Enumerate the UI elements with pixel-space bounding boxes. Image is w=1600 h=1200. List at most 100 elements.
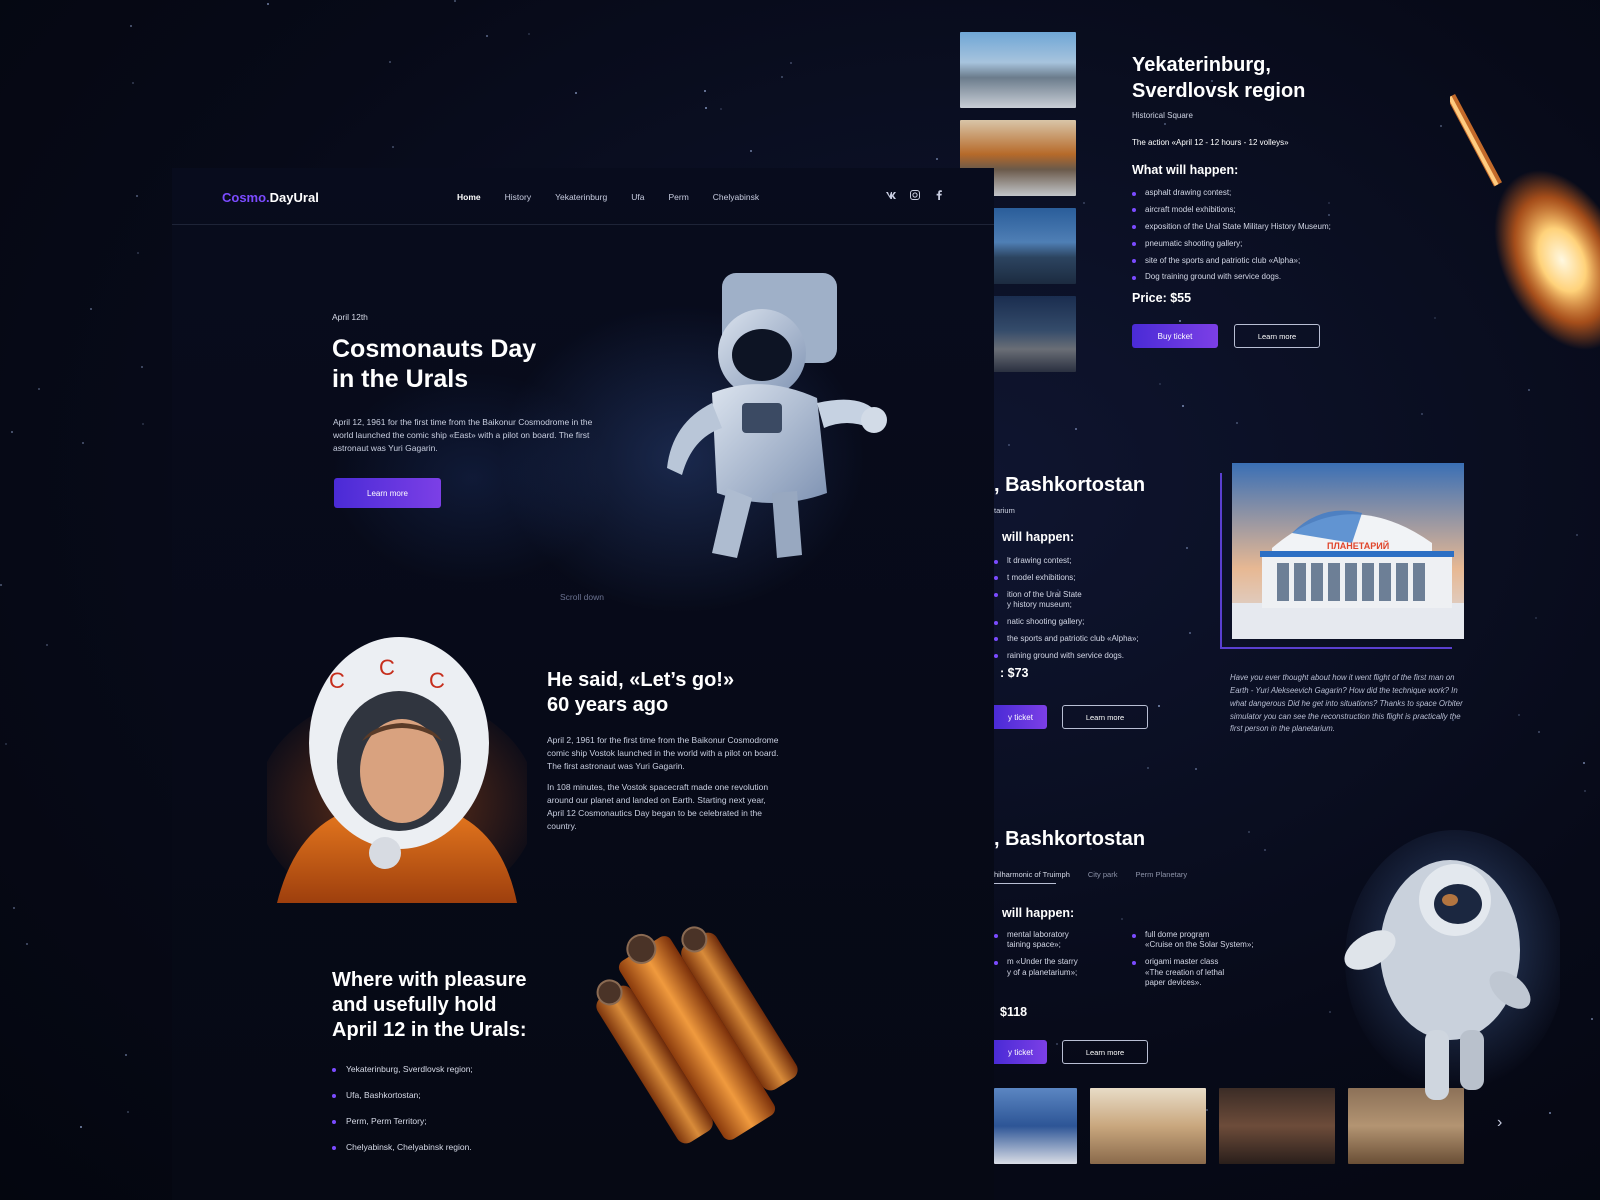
star (720, 108, 722, 110)
hero-title: Cosmonauts Day in the Urals (332, 334, 632, 394)
star (454, 0, 456, 2)
star (82, 442, 84, 444)
star (125, 1054, 127, 1056)
where-title: Where with pleasure and usefully hold Ap… (332, 968, 572, 1043)
nav-link-home[interactable]: Home (457, 192, 481, 202)
nav-link-chelyabinsk[interactable]: Chelyabinsk (713, 192, 759, 202)
star (1591, 1018, 1593, 1020)
gagarin-portrait: C C C (267, 637, 527, 903)
city-item: Yekaterinburg, Sverdlovsk region; (332, 1064, 473, 1074)
star (528, 33, 530, 35)
star (136, 195, 138, 197)
site-logo[interactable]: Cosmo.DayUral (222, 190, 319, 205)
planetarium-quote: Have you ever thought about how it went … (1230, 673, 1463, 734)
city-item: Chelyabinsk, Chelyabinsk region. (332, 1142, 473, 1152)
venue-tab[interactable]: City park (1088, 870, 1118, 879)
star (936, 158, 938, 160)
title-line: He said, «Let’s go!» (547, 669, 735, 691)
title-line: Yekaterinburg, (1132, 54, 1271, 76)
star (46, 644, 48, 646)
venue-tab[interactable]: hilharmonic of Truimph (994, 870, 1070, 879)
star (1159, 383, 1161, 385)
buy-ticket-button[interactable]: Buy ticket (1132, 324, 1218, 348)
venue-label: tarium (994, 506, 1015, 515)
history-paragraph: In 108 minutes, the Vostok spacecraft ma… (547, 782, 769, 831)
chevron-right-icon[interactable]: › (1497, 1114, 1502, 1132)
event-item: t model exhibitions; (994, 573, 1194, 583)
learn-more-button[interactable]: Learn more (1234, 324, 1320, 348)
event-item: ition of the Ural State y history museum… (994, 590, 1194, 611)
hero-learn-more-button[interactable]: Learn more (334, 478, 441, 508)
gallery-photo-stage[interactable] (1219, 1088, 1335, 1164)
nav-link-yekaterinburg[interactable]: Yekaterinburg (555, 192, 607, 202)
title-line: Sverdlovsk region (1132, 80, 1306, 102)
events-list: asphalt drawing contest; aircraft model e… (1132, 188, 1392, 289)
star (705, 107, 707, 109)
nav-link-history[interactable]: History (505, 192, 531, 202)
event-item: exposition of the Ural State Military Hi… (1132, 222, 1392, 232)
nav-links: Home History Yekaterinburg Ufa Perm Chelyabin… (457, 192, 759, 202)
active-tab-underline (994, 883, 1056, 884)
star (1164, 123, 1166, 125)
floating-astronaut-illustration (1344, 830, 1560, 1100)
instagram-icon[interactable] (910, 190, 920, 200)
learn-more-button[interactable]: Learn more (1062, 1040, 1148, 1064)
star (1236, 422, 1238, 424)
vostok-rocket-illustration (596, 926, 798, 1144)
events-list: lt drawing contest; t model exhibitions; i… (994, 556, 1194, 668)
facebook-icon[interactable] (934, 190, 944, 200)
buy-ticket-button[interactable]: y ticket (994, 705, 1047, 729)
star (11, 431, 13, 433)
scroll-down-hint[interactable]: Scroll down (560, 592, 604, 602)
star (132, 82, 134, 84)
ufa-section: , Bashkortostan tarium will happen: lt d… (994, 440, 1464, 820)
event-item: mental laboratory taining space»; (994, 930, 1114, 951)
title-line: and usefully hold (332, 994, 497, 1016)
star (1584, 790, 1586, 792)
cities-list: Yekaterinburg, Sverdlovsk region; Ufa, Ba… (332, 1064, 473, 1168)
star (1421, 413, 1423, 415)
venue-tab[interactable]: Perm Planetary (1135, 870, 1187, 879)
title-line: 60 years ago (547, 694, 669, 716)
star (1179, 320, 1181, 322)
star (486, 35, 488, 37)
history-title: He said, «Let’s go!» 60 years ago (547, 668, 807, 718)
what-will-happen-heading: will happen: (1002, 906, 1075, 920)
star (38, 388, 40, 390)
venue-label: Historical Square (1132, 111, 1193, 120)
event-item: the sports and patriotic club «Alpha»; (994, 634, 1194, 644)
star (130, 25, 132, 27)
vk-icon[interactable] (886, 190, 896, 200)
history-text: April 2, 1961 for the first time from th… (547, 734, 782, 841)
main-landing-page: Cosmo.DayUral Home History Yekaterinburg Uf… (172, 168, 994, 1200)
logo-suffix: DayUral (269, 190, 319, 205)
star (90, 308, 92, 310)
perm-title: , Bashkortostan (994, 828, 1146, 850)
svg-text:C: C (429, 668, 445, 693)
price-label: $118 (1000, 1005, 1028, 1019)
price-label: Price: $55 (1132, 291, 1192, 305)
nav-link-perm[interactable]: Perm (668, 192, 688, 202)
hero-date: April 12th (332, 312, 368, 322)
logo-prefix: Cosmo. (222, 190, 270, 205)
buy-ticket-button[interactable]: y ticket (994, 1040, 1047, 1064)
star (1576, 534, 1578, 536)
gallery-photo-theater[interactable] (994, 1088, 1077, 1164)
event-item: raining ground with service dogs. (994, 651, 1194, 661)
star (1182, 405, 1184, 407)
event-item: pneumatic shooting gallery; (1132, 239, 1392, 249)
star (781, 76, 783, 78)
gallery-photo-hall[interactable] (1090, 1088, 1206, 1164)
rocket-launch-illustration (1450, 93, 1600, 350)
star (1075, 428, 1077, 430)
yekaterinburg-title: Yekaterinburg, Sverdlovsk region (1132, 52, 1392, 104)
star (1440, 125, 1442, 127)
social-links (886, 190, 944, 200)
event-item: site of the sports and patriotic club «A… (1132, 256, 1392, 266)
gallery-photo-square[interactable] (960, 32, 1076, 108)
learn-more-button[interactable]: Learn more (1062, 705, 1148, 729)
star (142, 423, 144, 425)
star (141, 366, 143, 368)
planetarium-photo[interactable]: ПЛАНЕТАРИЙ (1232, 463, 1464, 639)
nav-link-ufa[interactable]: Ufa (631, 192, 644, 202)
